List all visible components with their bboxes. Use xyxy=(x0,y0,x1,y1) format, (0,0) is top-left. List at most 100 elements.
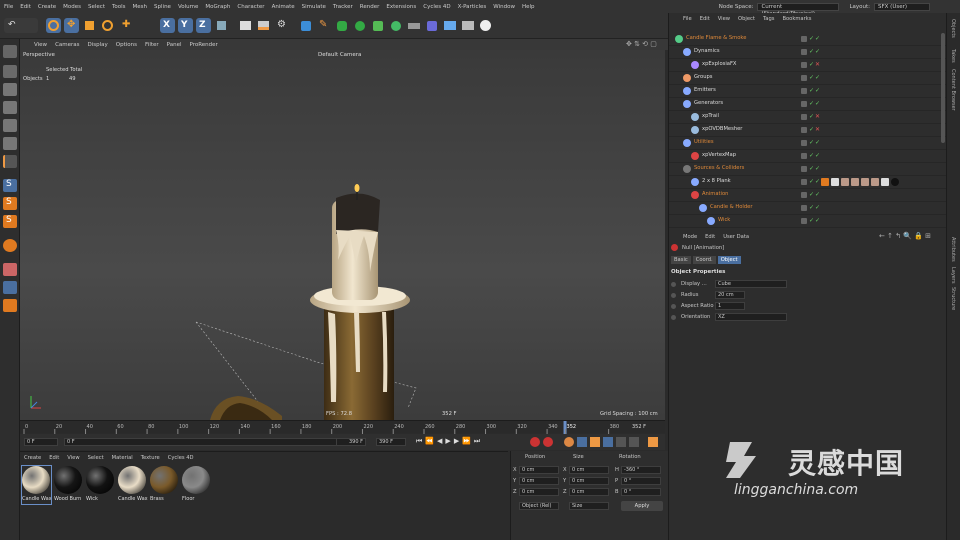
texture-tag-icon[interactable] xyxy=(891,178,899,186)
apply-button[interactable]: Apply xyxy=(621,501,663,511)
object-name[interactable]: Emitters xyxy=(694,87,716,93)
enabled-check-icon[interactable]: ✓ xyxy=(815,217,820,224)
menu-tools[interactable]: Tools xyxy=(112,4,126,10)
material-swatch[interactable]: Floor xyxy=(182,466,211,504)
material-menu-select[interactable]: Select xyxy=(88,455,104,461)
snap-settings-icon[interactable]: S xyxy=(3,197,17,210)
make-editable-icon[interactable] xyxy=(3,45,17,58)
object-row[interactable]: Candle Flame & Smoke ✓ ✓ xyxy=(669,33,947,46)
editor-visibility-icon[interactable]: ✓ xyxy=(809,152,814,159)
editor-visibility-icon[interactable]: ✓ xyxy=(809,165,814,172)
position-field[interactable]: 0 cm xyxy=(519,488,559,496)
material-swatch[interactable]: Candle Wax xyxy=(118,466,148,504)
object-name[interactable]: xpOVDBMesher xyxy=(702,126,742,132)
previous-key-icon[interactable]: ⏪ xyxy=(425,437,434,446)
object-row[interactable]: Generators ✓ ✓ xyxy=(669,98,947,111)
rotation-field[interactable]: 0 ° xyxy=(621,488,661,496)
key-rotation-icon[interactable] xyxy=(603,437,613,447)
scale-icon[interactable] xyxy=(82,18,97,33)
menu-select[interactable]: Select xyxy=(88,4,105,10)
x-axis-icon[interactable]: X xyxy=(160,18,175,33)
layer-swatch[interactable] xyxy=(801,101,807,107)
render-picture-viewer-icon[interactable] xyxy=(256,18,271,33)
editor-visibility-icon[interactable]: ✓ xyxy=(809,178,814,185)
workplane-snap-icon[interactable]: S xyxy=(3,215,17,228)
editor-visibility-icon[interactable]: ✓ xyxy=(809,100,814,107)
object-name[interactable]: Candle Flame & Smoke xyxy=(686,35,746,41)
viewport-menu-options[interactable]: Options xyxy=(116,42,137,48)
menu-volume[interactable]: Volume xyxy=(178,4,198,10)
menu-help[interactable]: Help xyxy=(522,4,535,10)
snap-icon[interactable]: S xyxy=(3,179,17,192)
texture-tag-icon[interactable] xyxy=(861,178,869,186)
layer-swatch[interactable] xyxy=(801,153,807,159)
object-menu-tags[interactable]: Tags xyxy=(763,16,774,22)
viewport-menu-cameras[interactable]: Cameras xyxy=(55,42,79,48)
camera-icon[interactable] xyxy=(424,18,439,33)
axis-mode-icon[interactable] xyxy=(3,155,17,168)
attribute-keyframe-icon[interactable] xyxy=(671,282,676,287)
enabled-check-icon[interactable]: ✓ xyxy=(815,178,820,185)
3d-viewport[interactable]: Perspective Default Camera Selected Tota… xyxy=(20,50,665,420)
menu-cycles-4d[interactable]: Cycles 4D xyxy=(423,4,450,10)
disabled-x-icon[interactable]: ✕ xyxy=(815,61,820,68)
floor-icon[interactable] xyxy=(406,18,421,33)
rotation-field[interactable]: 0 ° xyxy=(621,477,661,485)
live-selection-icon[interactable] xyxy=(46,18,61,33)
layer-swatch[interactable] xyxy=(801,127,807,133)
edges-mode-icon[interactable] xyxy=(3,119,17,132)
play-icon[interactable]: ▶ xyxy=(445,437,450,446)
node-space-dropdown[interactable]: Current (Standard/Physical) xyxy=(757,2,840,17)
material-menu-edit[interactable]: Edit xyxy=(49,455,59,461)
texture-tag-icon[interactable] xyxy=(841,178,849,186)
render-queue-icon[interactable] xyxy=(460,18,475,33)
menu-file[interactable]: File xyxy=(4,4,13,10)
object-row[interactable]: Animation ✓ ✓ xyxy=(669,189,947,202)
enabled-check-icon[interactable]: ✓ xyxy=(815,35,820,42)
coordinate-system-icon[interactable] xyxy=(214,18,229,33)
material-menu-material[interactable]: Material xyxy=(112,455,133,461)
texture-tag-icon[interactable] xyxy=(821,178,829,186)
position-field[interactable]: 0 cm xyxy=(519,477,559,485)
object-scrollbar[interactable] xyxy=(941,33,945,143)
layer-swatch[interactable] xyxy=(801,218,807,224)
attr-menu-edit[interactable]: Edit xyxy=(705,234,715,240)
object-row[interactable]: Utilities ✓ ✓ xyxy=(669,137,947,150)
keyframe-selection-icon[interactable] xyxy=(564,437,574,447)
object-name[interactable]: Candle & Holder xyxy=(710,204,753,210)
object-name[interactable]: Sources & Colliders xyxy=(694,165,744,171)
object-row[interactable]: xpTrail ✓ ✕ xyxy=(669,111,947,124)
texture-tag-icon[interactable] xyxy=(851,178,859,186)
attribute-keyframe-icon[interactable] xyxy=(671,304,676,309)
record-icon[interactable] xyxy=(530,437,540,447)
autokey-icon[interactable] xyxy=(543,437,553,447)
object-name[interactable]: Wick xyxy=(718,217,730,223)
object-row[interactable]: xpExplosiaFX ✓ ✕ xyxy=(669,59,947,72)
disabled-x-icon[interactable]: ✕ xyxy=(815,126,820,133)
attribute-field[interactable]: 20 cm xyxy=(715,291,745,299)
viewport-menu-view[interactable]: View xyxy=(34,42,47,48)
menu-edit[interactable]: Edit xyxy=(20,4,31,10)
menu-x-particles[interactable]: X-Particles xyxy=(458,4,487,10)
locked-workplane-icon[interactable] xyxy=(3,281,17,294)
side-tab-layers[interactable]: Layers xyxy=(950,267,956,284)
y-axis-icon[interactable]: Y xyxy=(178,18,193,33)
material-swatch[interactable]: Wood Burn xyxy=(54,466,83,504)
attribute-nav-icon[interactable]: ← ↑ ↰ 🔍 🔒 ⊞ xyxy=(879,232,931,240)
tab-object[interactable]: Object xyxy=(717,256,741,264)
cloner-icon[interactable] xyxy=(388,18,403,33)
enabled-check-icon[interactable]: ✓ xyxy=(815,152,820,159)
enabled-check-icon[interactable]: ✓ xyxy=(815,204,820,211)
layer-swatch[interactable] xyxy=(801,36,807,42)
object-name[interactable]: xpVertexMap xyxy=(702,152,736,158)
key-param-icon[interactable] xyxy=(616,437,626,447)
menu-render[interactable]: Render xyxy=(360,4,380,10)
pen-icon[interactable]: ✎ xyxy=(316,18,331,33)
attribute-dropdown[interactable]: Cube xyxy=(715,280,787,288)
attr-menu-mode[interactable]: Mode xyxy=(683,234,697,240)
key-pla-icon[interactable] xyxy=(629,437,639,447)
object-menu-object[interactable]: Object xyxy=(738,16,755,22)
viewport-menu-panel[interactable]: Panel xyxy=(167,42,182,48)
editor-visibility-icon[interactable]: ✓ xyxy=(809,113,814,120)
object-name[interactable]: Dynamics xyxy=(694,48,720,54)
